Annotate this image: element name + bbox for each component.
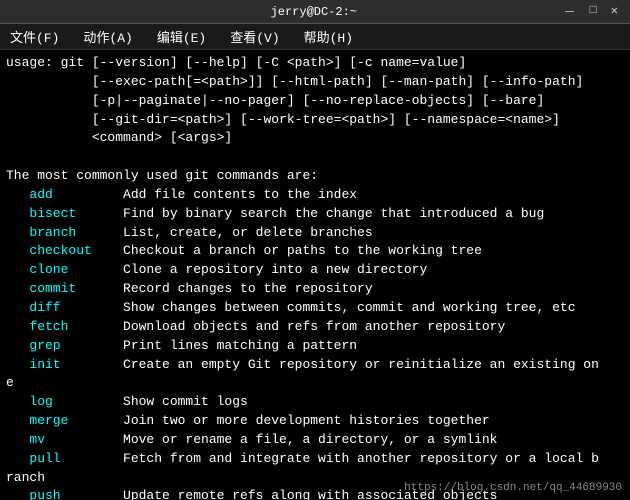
window-title: jerry@DC-2:~ [68,5,560,19]
window-controls[interactable]: － □ ✕ [560,3,622,20]
terminal-line: <command> [<args>] [6,129,624,148]
menu-view[interactable]: 查看(V) [224,25,285,48]
terminal-line: checkout Checkout a branch or paths to t… [6,242,624,261]
title-bar: jerry@DC-2:~ － □ ✕ [0,0,630,24]
terminal-line [6,148,624,167]
terminal-line: add Add file contents to the index [6,186,624,205]
terminal-line: [--git-dir=<path>] [--work-tree=<path>] … [6,111,624,130]
terminal-line: mv Move or rename a file, a directory, o… [6,431,624,450]
terminal-line: init Create an empty Git repository or r… [6,356,624,375]
terminal-line: merge Join two or more development histo… [6,412,624,431]
terminal-line: The most commonly used git commands are: [6,167,624,186]
maximize-button[interactable]: □ [586,3,601,20]
terminal-content[interactable]: usage: git [--version] [--help] [-C <pat… [0,50,630,500]
terminal-line: clone Clone a repository into a new dire… [6,261,624,280]
terminal-line: grep Print lines matching a pattern [6,337,624,356]
terminal-line: pull Fetch from and integrate with anoth… [6,450,624,469]
terminal-line: branch List, create, or delete branches [6,224,624,243]
minimize-button[interactable]: － [560,3,580,20]
menu-bar: 文件(F) 动作(A) 编辑(E) 查看(V) 帮助(H) [0,24,630,50]
menu-file[interactable]: 文件(F) [4,25,65,48]
terminal-line: diff Show changes between commits, commi… [6,299,624,318]
close-button[interactable]: ✕ [607,3,622,20]
watermark: https://blog.csdn.net/qq_44689930 [404,482,622,494]
menu-edit[interactable]: 编辑(E) [151,25,212,48]
menu-action[interactable]: 动作(A) [77,25,138,48]
terminal-line: fetch Download objects and refs from ano… [6,318,624,337]
terminal-line: [--exec-path[=<path>]] [--html-path] [--… [6,73,624,92]
terminal-line: commit Record changes to the repository [6,280,624,299]
terminal-line: [-p|--paginate|--no-pager] [--no-replace… [6,92,624,111]
menu-help[interactable]: 帮助(H) [298,25,359,48]
terminal-line: bisect Find by binary search the change … [6,205,624,224]
terminal-line: usage: git [--version] [--help] [-C <pat… [6,54,624,73]
terminal-line: e [6,374,624,393]
terminal-line: log Show commit logs [6,393,624,412]
